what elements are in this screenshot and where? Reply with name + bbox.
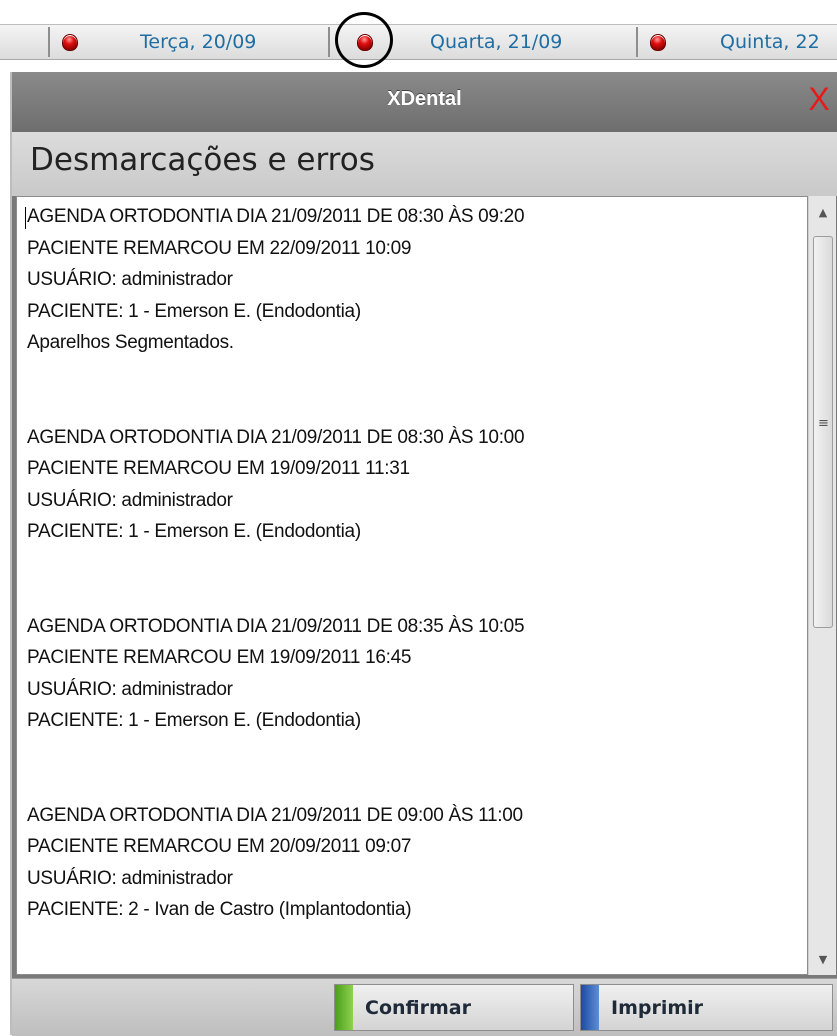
- print-accent: [581, 985, 599, 1030]
- red-bulb-icon: [650, 33, 666, 51]
- highlight-circle: [335, 12, 393, 68]
- entry-line: PACIENTE REMARCOU EM 20/09/2011 09:07: [27, 836, 412, 857]
- entry-line: PACIENTE: 1 - Emerson E. (Endodontia): [27, 521, 361, 542]
- log-entry: AGENDA ORTODONTIA DIA 21/09/2011 DE 08:3…: [27, 611, 797, 737]
- entry-line: PACIENTE REMARCOU EM 22/09/2011 10:09: [27, 237, 412, 259]
- scrollbar-thumb[interactable]: ≡: [813, 236, 833, 628]
- vertical-scrollbar[interactable]: ▲ ≡ ▼: [808, 196, 836, 975]
- day-tab-thursday[interactable]: Quinta, 22: [650, 25, 820, 59]
- day-tab-label: Quarta, 21/09: [430, 31, 563, 53]
- log-entry: AGENDA ORTODONTIA DIA 21/09/2011 DE 09:0…: [27, 800, 797, 926]
- log-entries: AGENDA ORTODONTIA DIA 21/09/2011 DE 08:3…: [27, 201, 797, 974]
- tab-separator: [48, 27, 50, 57]
- day-tab-label: Terça, 20/09: [140, 31, 257, 53]
- print-button[interactable]: Imprimir: [580, 984, 833, 1031]
- entry-line: AGENDA ORTODONTIA DIA 21/09/2011 DE 08:3…: [27, 206, 525, 227]
- day-tab-bar: Terça, 20/09 Quarta, 21/09 Quinta, 22: [0, 0, 837, 68]
- entry-line: AGENDA ORTODONTIA DIA 21/09/2011 DE 08:3…: [27, 426, 525, 448]
- day-tab-tuesday[interactable]: Terça, 20/09: [62, 25, 256, 59]
- log-entry: AGENDA ORTODONTIA DIA 21/09/2011 DE 08:3…: [27, 201, 797, 359]
- cancellations-dialog: XDental X Desmarcações e erros AGENDA OR…: [10, 72, 837, 1036]
- confirm-accent: [335, 985, 353, 1030]
- entry-line: USUÁRIO: administrador: [27, 678, 233, 700]
- entry-line: PACIENTE: 2 - Ivan de Castro (Implantodo…: [27, 899, 412, 920]
- tab-separator: [636, 27, 638, 57]
- log-entry: AGENDA ORTODONTIA DIA 21/09/2011 DE 08:3…: [27, 422, 797, 548]
- entry-line: AGENDA ORTODONTIA DIA 21/09/2011 DE 08:3…: [27, 615, 525, 637]
- dialog-heading: Desmarcações e erros: [30, 142, 375, 178]
- up-arrow-icon[interactable]: ▲: [809, 200, 837, 226]
- print-label: Imprimir: [611, 996, 704, 1019]
- red-bulb-icon: [62, 33, 78, 51]
- entry-line: Aparelhos Segmentados.: [27, 332, 234, 353]
- entry-line: USUÁRIO: administrador: [27, 269, 233, 290]
- text-caret: [25, 207, 26, 229]
- log-text-area[interactable]: AGENDA ORTODONTIA DIA 21/09/2011 DE 08:3…: [16, 196, 808, 975]
- entry-line: USUÁRIO: administrador: [27, 867, 233, 889]
- grip-icon: ≡: [818, 416, 829, 431]
- confirm-label: Confirmar: [365, 996, 471, 1019]
- dialog-title: XDental: [387, 88, 462, 110]
- entry-line: PACIENTE: 1 - Emerson E. (Endodontia): [27, 710, 361, 731]
- entry-line: PACIENTE: 1 - Emerson E. (Endodontia): [27, 300, 361, 322]
- dialog-footer: Confirmar Imprimir: [12, 978, 837, 1036]
- down-arrow-icon[interactable]: ▼: [809, 947, 837, 973]
- day-tab-label: Quinta, 22: [720, 31, 820, 53]
- dialog-titlebar: XDental X: [12, 72, 837, 132]
- entry-line: USUÁRIO: administrador: [27, 489, 233, 511]
- entry-line: AGENDA ORTODONTIA DIA 21/09/2011 DE 09:0…: [27, 804, 523, 826]
- close-button[interactable]: X: [805, 82, 833, 116]
- tab-separator: [328, 27, 330, 57]
- confirm-button[interactable]: Confirmar: [334, 984, 574, 1031]
- entry-line: PACIENTE REMARCOU EM 19/09/2011 16:45: [27, 647, 412, 668]
- day-tab-strip: Terça, 20/09 Quarta, 21/09 Quinta, 22: [0, 24, 837, 60]
- dialog-heading-bar: Desmarcações e erros: [12, 132, 837, 196]
- entry-line: PACIENTE REMARCOU EM 19/09/2011 11:31: [27, 458, 410, 479]
- left-edge: [0, 72, 10, 1035]
